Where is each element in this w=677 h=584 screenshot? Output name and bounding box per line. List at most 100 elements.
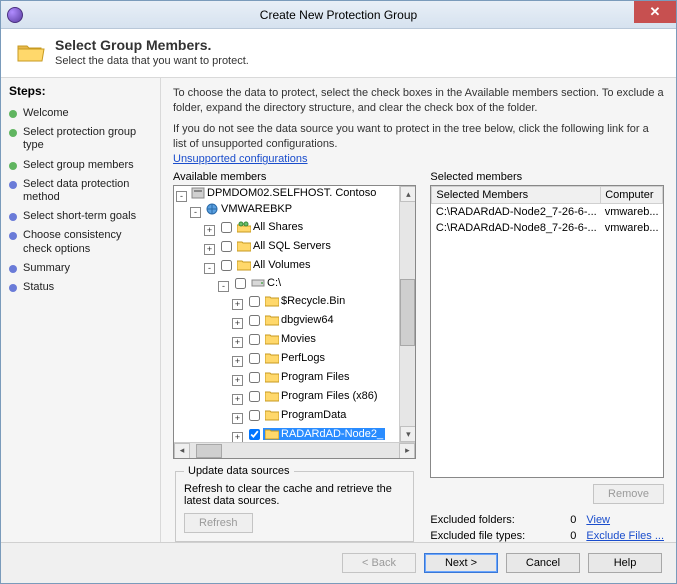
expand-icon[interactable]: + — [232, 432, 243, 442]
tree-checkbox[interactable] — [249, 315, 260, 326]
step-label: Select protection group type — [23, 126, 152, 152]
tree-checkbox[interactable] — [235, 278, 246, 289]
tree-node-folder[interactable]: ProgramData — [263, 409, 348, 421]
step-item: Status — [9, 278, 152, 297]
tree-horizontal-scrollbar[interactable]: ◂ ▸ — [174, 442, 415, 458]
tree-label: Program Files — [281, 371, 349, 383]
col-selected-members[interactable]: Selected Members — [432, 187, 601, 204]
collapse-icon[interactable]: - — [204, 263, 215, 274]
tree-checkbox[interactable] — [249, 296, 260, 307]
expand-icon[interactable]: + — [232, 299, 243, 310]
unsupported-config-link[interactable]: Unsupported configurations — [173, 153, 308, 165]
cell-member: C:\RADARdAD-Node2_7-26-6-... — [432, 204, 601, 221]
app-icon — [7, 7, 23, 23]
collapse-icon[interactable]: - — [218, 281, 229, 292]
collapse-icon[interactable]: - — [190, 207, 201, 218]
step-item: Choose consistency check options — [9, 226, 152, 258]
step-item: Select group members — [9, 156, 152, 175]
update-data-sources-legend: Update data sources — [184, 465, 294, 477]
tree-node-domain[interactable]: DPMDOM02.SELFHOST. Contoso — [189, 187, 378, 199]
tree-checkbox[interactable] — [249, 410, 260, 421]
tree-node-folder[interactable]: Program Files — [263, 371, 351, 383]
step-bullet-icon — [9, 284, 17, 292]
step-bullet-icon — [9, 162, 17, 170]
tree-checkbox[interactable] — [249, 429, 260, 440]
tree-label: dbgview64 — [281, 314, 334, 326]
expand-icon[interactable]: + — [204, 244, 215, 255]
scroll-right-icon[interactable]: ▸ — [399, 443, 415, 459]
tree-node-folder[interactable]: RADARdAD-Node2_ — [263, 428, 385, 440]
step-item: Welcome — [9, 104, 152, 123]
table-row[interactable]: C:\RADARdAD-Node8_7-26-6-...vmwareb... — [432, 220, 663, 236]
scroll-left-icon[interactable]: ◂ — [174, 443, 190, 459]
available-members-tree[interactable]: -DPMDOM02.SELFHOST. Contoso-VMWAREBKP+Al… — [173, 185, 416, 459]
tree-node-folder[interactable]: Movies — [263, 333, 318, 345]
step-label: Summary — [23, 262, 70, 275]
expand-icon[interactable]: + — [232, 318, 243, 329]
wizard-footer: < Back Next > Cancel Help — [1, 542, 676, 583]
tree-label: All Shares — [253, 221, 303, 233]
next-button[interactable]: Next > — [424, 553, 498, 573]
tree-checkbox[interactable] — [221, 260, 232, 271]
tree-checkbox[interactable] — [221, 222, 232, 233]
tree-checkbox[interactable] — [249, 391, 260, 402]
window-title: Create New Protection Group — [1, 8, 676, 22]
tree-checkbox[interactable] — [249, 372, 260, 383]
tree-node-volumes[interactable]: All Volumes — [235, 259, 312, 271]
step-item: Select protection group type — [9, 123, 152, 155]
tree-label: PerfLogs — [281, 352, 325, 364]
cell-computer: vmwareb... — [601, 220, 663, 236]
tree-node-server[interactable]: VMWAREBKP — [203, 203, 294, 215]
expand-icon[interactable]: + — [232, 356, 243, 367]
expand-icon[interactable]: + — [232, 413, 243, 424]
tree-node-folder[interactable]: PerfLogs — [263, 352, 327, 364]
excluded-folders-view-link[interactable]: View — [586, 514, 664, 526]
excluded-folders-count: 0 — [570, 514, 576, 526]
steps-sidebar: Steps: WelcomeSelect protection group ty… — [1, 78, 161, 542]
selected-members-list[interactable]: Selected Members Computer C:\RADARdAD-No… — [430, 185, 664, 478]
refresh-button[interactable]: Refresh — [184, 513, 253, 533]
intro-text-2: If you do not see the data source you wa… — [173, 122, 664, 152]
scroll-up-icon[interactable]: ▴ — [400, 186, 416, 202]
tree-node-sql[interactable]: All SQL Servers — [235, 240, 333, 252]
step-label: Select short-term goals — [23, 210, 136, 223]
step-item: Summary — [9, 259, 152, 278]
tree-node-folder[interactable]: Program Files (x86) — [263, 390, 380, 402]
tree-node-folder[interactable]: dbgview64 — [263, 314, 336, 326]
expand-icon[interactable]: + — [204, 225, 215, 236]
close-button[interactable]: ✕ — [634, 1, 676, 23]
tree-node-drive[interactable]: C:\ — [249, 277, 283, 289]
back-button[interactable]: < Back — [342, 553, 416, 573]
expand-icon[interactable]: + — [232, 337, 243, 348]
step-bullet-icon — [9, 232, 17, 240]
tree-label: Program Files (x86) — [281, 390, 378, 402]
step-label: Welcome — [23, 107, 69, 120]
tree-label: DPMDOM02.SELFHOST. Contoso — [207, 187, 376, 199]
tree-checkbox[interactable] — [249, 334, 260, 345]
tree-node-folder[interactable]: $Recycle.Bin — [263, 295, 347, 307]
excluded-folders-label: Excluded folders: — [430, 514, 560, 526]
remove-button[interactable]: Remove — [593, 484, 664, 504]
tree-vertical-scrollbar[interactable]: ▴ ▾ — [399, 186, 415, 442]
cancel-button[interactable]: Cancel — [506, 553, 580, 573]
scroll-down-icon[interactable]: ▾ — [400, 426, 416, 442]
cell-computer: vmwareb... — [601, 204, 663, 221]
selected-members-label: Selected members — [430, 171, 664, 183]
step-bullet-icon — [9, 110, 17, 118]
cell-member: C:\RADARdAD-Node8_7-26-6-... — [432, 220, 601, 236]
step-label: Status — [23, 281, 54, 294]
help-button[interactable]: Help — [588, 553, 662, 573]
expand-icon[interactable]: + — [232, 394, 243, 405]
step-label: Select group members — [23, 159, 134, 172]
step-label: Choose consistency check options — [23, 229, 152, 255]
tree-checkbox[interactable] — [221, 241, 232, 252]
expand-icon[interactable]: + — [232, 375, 243, 386]
collapse-icon[interactable]: - — [176, 191, 187, 202]
tree-node-shares[interactable]: All Shares — [235, 221, 305, 233]
col-computer[interactable]: Computer — [601, 187, 663, 204]
step-bullet-icon — [9, 129, 17, 137]
exclude-files-link[interactable]: Exclude Files ... — [586, 530, 664, 542]
step-bullet-icon — [9, 265, 17, 273]
tree-checkbox[interactable] — [249, 353, 260, 364]
table-row[interactable]: C:\RADARdAD-Node2_7-26-6-...vmwareb... — [432, 204, 663, 221]
